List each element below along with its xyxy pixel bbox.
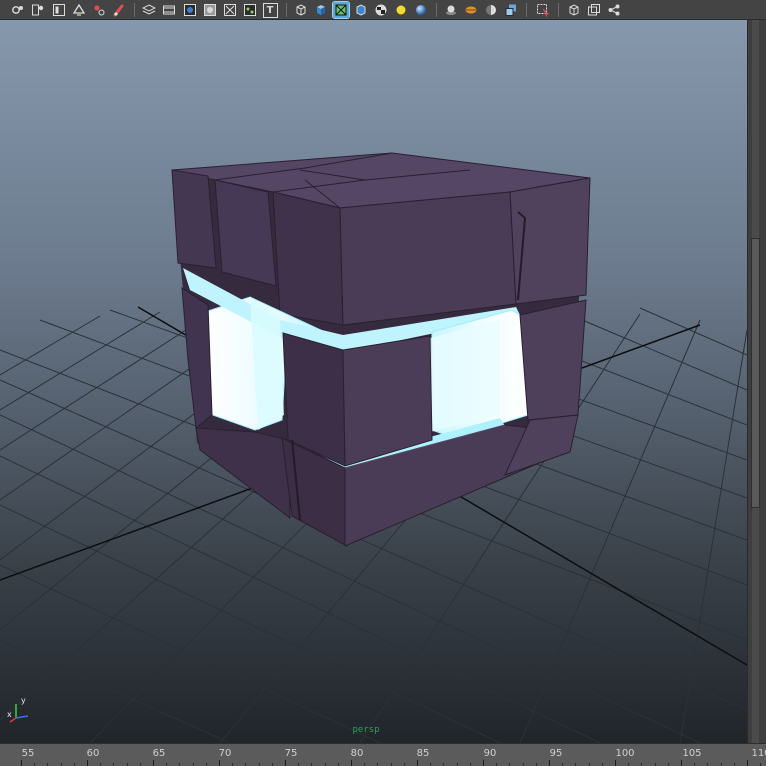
timeline-tick-label: 80 [350,748,364,759]
timeline-tick-label: 95 [549,748,563,759]
select-tool-icon[interactable] [535,2,551,18]
timeline-tick-label: 70 [218,748,232,759]
timeline-tick [219,760,220,766]
grid-line [0,564,381,743]
timeline-tick-label: 60 [86,748,100,759]
timeline-tick [21,760,22,766]
cube-block-upper-front-face [339,191,517,326]
timeline-tick [417,760,418,766]
axis-label-x: x [7,710,12,719]
perspective-viewport[interactable]: y x persp [0,20,747,743]
timeline-tick-label: 90 [483,748,497,759]
timeline-tick [153,760,154,766]
cube-block-right-mid [519,299,587,421]
cube-block-left-mid [181,287,213,429]
toolbar-separator [286,3,287,17]
timeline-tick [483,760,484,766]
timeline-tick [549,760,550,766]
glow-inner-right [430,320,500,432]
toolbar-separator [558,3,559,17]
wireframe-cube-icon[interactable] [293,2,309,18]
cube-block-upper-front [272,191,344,326]
text-tool-label: T [262,2,278,18]
ik-handle-icon[interactable] [30,2,46,18]
timeline-tick-label: 100 [615,748,635,759]
time-slider[interactable]: 55 60 65 70 75 80 85 90 95 100 105 110 [0,743,766,766]
depth-icon[interactable] [503,2,519,18]
xray-icon[interactable] [222,2,238,18]
maya-workspace: T y x persp 55 60 65 70 75 80 85 90 95 1… [0,0,766,766]
graph-editor-icon[interactable] [51,2,67,18]
axis-gizmo: y x [6,696,34,724]
timeline-tick [351,760,352,766]
axis-label-y: y [21,696,26,705]
timeline-tick [87,760,88,766]
timeline-tick [681,760,682,766]
smooth-shade-icon[interactable] [353,2,369,18]
isolate-select-icon[interactable] [202,2,218,18]
scrollbar-thumb[interactable] [751,238,760,508]
timeline-tick-label: 85 [416,748,430,759]
motion-blur-icon[interactable] [463,2,479,18]
light-bulb-icon[interactable] [393,2,409,18]
paint-weights-icon[interactable] [91,2,107,18]
layers-icon[interactable] [141,2,157,18]
share-icon[interactable] [606,2,622,18]
timeline-tick-label: 110 [751,748,766,759]
timeline-tick [747,760,748,766]
grid-toggle-icon[interactable] [182,2,198,18]
grid-line [639,307,747,356]
panel-two-icon[interactable] [586,2,602,18]
shaded-cube-icon[interactable] [313,2,329,18]
texture-icon[interactable] [242,2,258,18]
timeline-tick-label: 55 [21,748,35,759]
timeline-tick-label: 75 [284,748,298,759]
panel-single-icon[interactable] [566,2,582,18]
timeline-tick [285,760,286,766]
grid-line [0,639,231,743]
shadows-icon[interactable] [483,2,499,18]
toolbar-separator [134,3,135,17]
text-icon[interactable]: T [262,2,278,18]
uv-editor-icon[interactable] [71,2,87,18]
timeline-tick-label: 105 [682,748,702,759]
checker-icon[interactable] [373,2,389,18]
film-gate-icon[interactable] [161,2,177,18]
vertical-scrollbar[interactable] [747,20,766,743]
wireframe-on-shaded-icon[interactable] [332,1,350,19]
grid-line [0,315,101,376]
ao-icon[interactable] [443,2,459,18]
viewport-toolbar: T [0,0,766,20]
bind-skin-icon[interactable] [10,2,26,18]
cube-block-upper-left-2 [214,179,277,287]
camera-name-label: persp [352,725,380,735]
scene-canvas[interactable] [0,20,747,743]
toolbar-separator [526,3,527,17]
toolbar-separator [436,3,437,17]
timeline-tick [615,760,616,766]
sphere-icon[interactable] [413,2,429,18]
cube-block-right-upper [509,177,591,305]
sculpt-brush-icon[interactable] [111,2,127,18]
timeline-tick-label: 65 [152,748,166,759]
